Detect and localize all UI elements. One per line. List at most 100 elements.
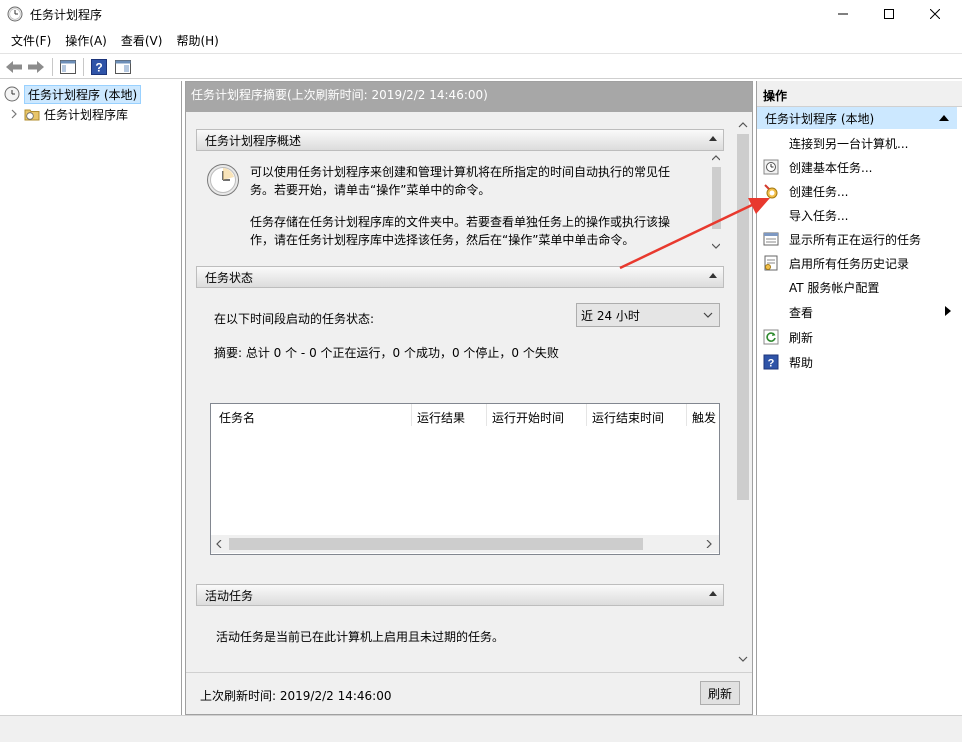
last-refresh-label: 上次刷新时间: 2019/2/2 14:46:00 (200, 689, 392, 703)
collapse-icon[interactable] (709, 136, 717, 141)
text-line: 可以使用任务计划程序来创建和管理计算机将在所指定的时间自动执行的常见任 (250, 165, 671, 179)
summary-vscrollbar[interactable] (734, 112, 752, 672)
action-import-task[interactable]: 导入任务... (757, 203, 962, 227)
forward-arrow-icon (28, 61, 44, 73)
maximize-icon (884, 9, 894, 19)
scroll-down-icon[interactable] (712, 243, 720, 249)
clock-app-icon (7, 6, 23, 22)
section-title: 任务状态 (205, 270, 254, 285)
actions-header: 操作 (757, 81, 962, 107)
maximize-button[interactable] (866, 0, 912, 28)
tree-item-label: 任务计划程序库 (44, 107, 129, 122)
clock-large-icon (207, 164, 239, 196)
action-label: 刷新 (789, 331, 814, 345)
action-create-task[interactable]: 创建任务... (757, 179, 962, 203)
collapse-icon[interactable] (709, 273, 717, 278)
scroll-thumb[interactable] (737, 134, 749, 500)
overview-section: 任务计划程序概述 可以使用任务计划程序来创建和管理计算机将在所指定的时间自动执行… (196, 129, 724, 255)
active-tasks-section: 活动任务 活动任务是当前已在此计算机上启用且未过期的任务。 (196, 584, 724, 672)
back-button[interactable] (4, 57, 24, 77)
action-enable-history[interactable]: 启用所有任务历史记录 (757, 251, 962, 275)
tree-item-library[interactable]: 任务计划程序库 (10, 104, 128, 124)
menu-action[interactable]: 操作(A) (58, 31, 114, 51)
summary-footer: 上次刷新时间: 2019/2/2 14:46:00 刷新 (186, 672, 752, 714)
overview-scrollbar[interactable] (708, 153, 724, 253)
overview-body: 可以使用任务计划程序来创建和管理计算机将在所指定的时间自动执行的常见任 务。若要… (196, 153, 724, 253)
close-button[interactable] (912, 0, 958, 28)
action-label: 创建任务... (789, 185, 849, 199)
help-icon: ? (91, 59, 107, 75)
menu-view[interactable]: 查看(V) (114, 31, 170, 51)
history-icon (764, 255, 778, 271)
scroll-thumb[interactable] (712, 167, 721, 229)
scroll-down-icon[interactable] (738, 656, 748, 662)
active-tasks-desc: 活动任务是当前已在此计算机上启用且未过期的任务。 (216, 630, 505, 644)
toolbar: ? (0, 53, 962, 79)
column-header-run-start[interactable]: 运行开始时间 (492, 409, 564, 426)
column-header-trigger[interactable]: 触发 (692, 409, 716, 426)
table-hscrollbar[interactable] (211, 535, 719, 553)
task-status-table[interactable]: 任务名 运行结果 运行开始时间 运行结束时间 触发 (210, 403, 720, 555)
section-title: 活动任务 (205, 588, 254, 603)
text-line: 务。若要开始，请单击“操作”菜单中的命令。 (250, 183, 491, 197)
actions-section-header[interactable]: 任务计划程序 (本地) (757, 107, 957, 129)
column-divider[interactable] (586, 404, 587, 426)
actions-pane: 操作 任务计划程序 (本地) 连接到另一台计算机... 创建基本任务... 创建… (756, 81, 962, 715)
column-divider[interactable] (411, 404, 412, 426)
action-show-running-tasks[interactable]: 显示所有正在运行的任务 (757, 227, 962, 251)
action-create-basic-task[interactable]: 创建基本任务... (757, 155, 962, 179)
clock-task-icon (763, 159, 779, 175)
toolbar-separator (83, 58, 84, 76)
submenu-arrow-icon (945, 306, 951, 316)
action-at-service-config[interactable]: AT 服务帐户配置 (757, 275, 962, 299)
action-refresh[interactable]: 刷新 (757, 325, 962, 349)
title-bar: 任务计划程序 (0, 0, 962, 28)
status-section-header[interactable]: 任务状态 (196, 266, 724, 288)
scroll-thumb[interactable] (229, 538, 643, 550)
column-header-task-name[interactable]: 任务名 (219, 409, 255, 426)
summary-header: 任务计划程序摘要(上次刷新时间: 2019/2/2 14:46:00) (186, 82, 752, 112)
actions-section-title: 任务计划程序 (本地) (765, 111, 875, 126)
chevron-down-icon (703, 312, 713, 318)
action-connect-computer[interactable]: 连接到另一台计算机... (757, 131, 962, 155)
scroll-up-icon[interactable] (738, 122, 748, 128)
refresh-button[interactable]: 刷新 (700, 681, 740, 705)
menu-help[interactable]: 帮助(H) (169, 31, 225, 51)
action-label: 导入任务... (789, 209, 849, 223)
status-period-dropdown[interactable]: 近 24 小时 (576, 303, 720, 327)
overview-section-header[interactable]: 任务计划程序概述 (196, 129, 724, 151)
minimize-button[interactable] (820, 0, 866, 28)
dropdown-value: 近 24 小时 (581, 308, 640, 323)
column-header-run-result[interactable]: 运行结果 (417, 409, 465, 426)
table-header: 任务名 运行结果 运行开始时间 运行结束时间 触发 (211, 404, 719, 428)
column-divider[interactable] (686, 404, 687, 426)
forward-button[interactable] (26, 57, 46, 77)
scroll-left-icon[interactable] (216, 540, 222, 548)
column-header-run-end[interactable]: 运行结束时间 (592, 409, 664, 426)
text-line: 任务存储在任务计划程序库的文件夹中。若要查看单独任务上的操作或执行该操 (250, 215, 671, 229)
action-pane-icon (115, 60, 131, 74)
chevron-right-icon[interactable] (10, 109, 18, 119)
console-tree-icon (60, 60, 76, 74)
create-task-icon (764, 184, 778, 199)
overview-text-2: 任务存储在任务计划程序库的文件夹中。若要查看单独任务上的操作或执行该操 作，请在… (250, 213, 690, 249)
show-hide-tree-button[interactable] (58, 57, 78, 77)
minimize-icon (838, 13, 848, 15)
summary-scroll-area[interactable]: 任务计划程序概述 可以使用任务计划程序来创建和管理计算机将在所指定的时间自动执行… (186, 112, 736, 672)
column-divider[interactable] (486, 404, 487, 426)
running-tasks-icon (763, 232, 779, 246)
menu-file[interactable]: 文件(F) (4, 31, 58, 51)
action-label: 显示所有正在运行的任务 (789, 233, 922, 247)
scroll-right-icon[interactable] (706, 540, 712, 548)
active-section-header[interactable]: 活动任务 (196, 584, 724, 606)
collapse-icon[interactable] (939, 115, 949, 121)
action-label: 创建基本任务... (789, 161, 873, 175)
collapse-icon[interactable] (709, 591, 717, 596)
tree-item-root[interactable]: 任务计划程序 (本地) (4, 84, 142, 104)
action-help[interactable]: ? 帮助 (757, 350, 962, 374)
show-hide-action-pane-button[interactable] (113, 57, 133, 77)
scroll-up-icon[interactable] (712, 155, 720, 161)
help-toolbar-button[interactable]: ? (89, 57, 109, 77)
svg-text:?: ? (95, 61, 102, 75)
action-view[interactable]: 查看 (757, 300, 962, 324)
